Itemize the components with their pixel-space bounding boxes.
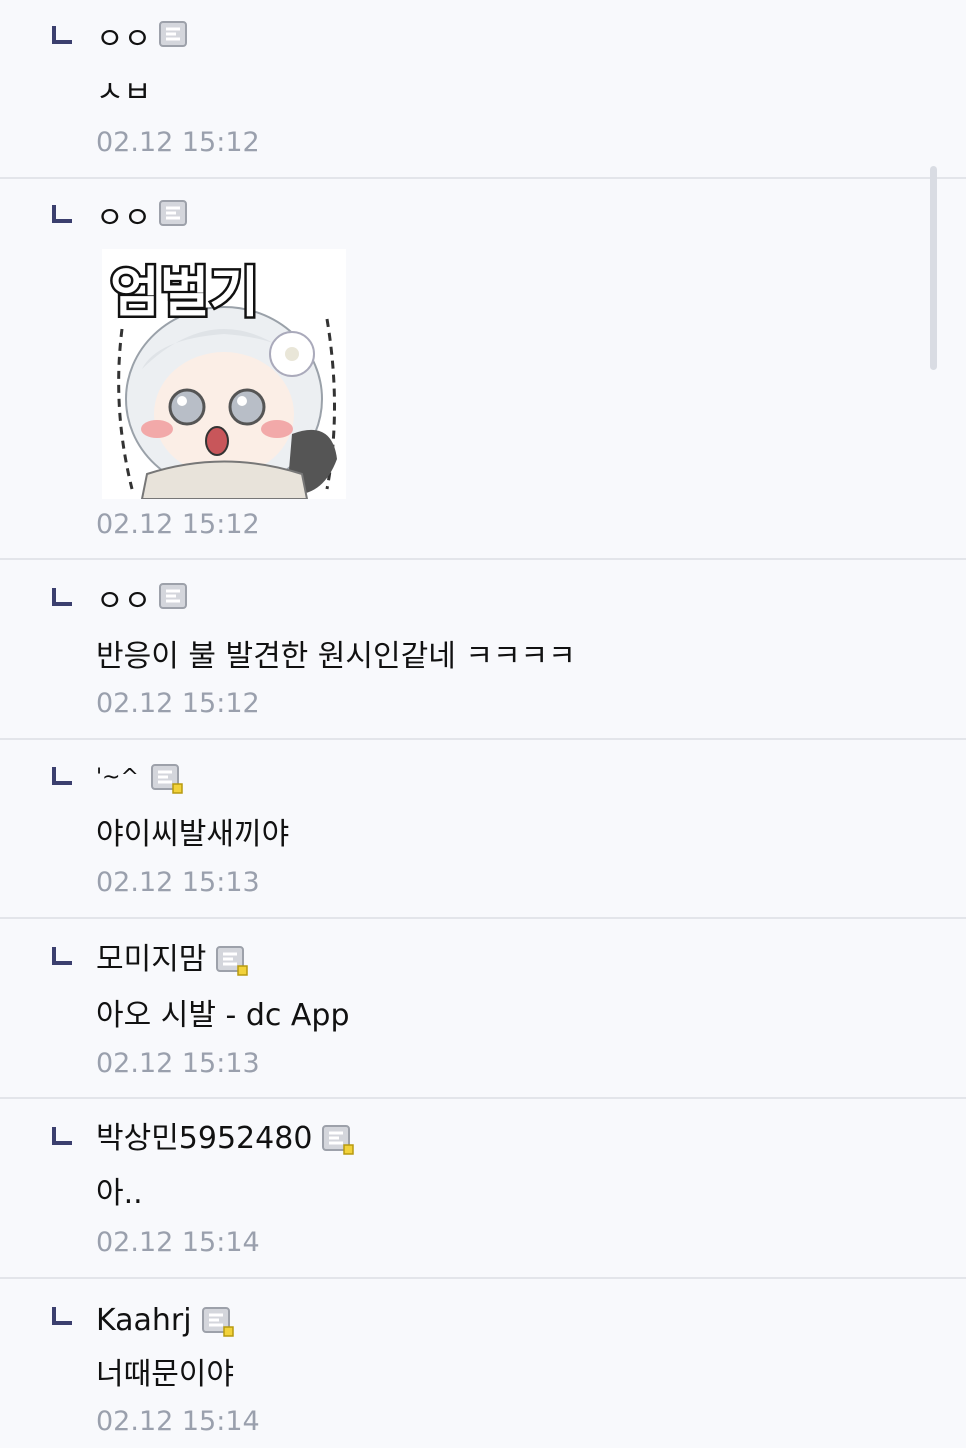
reply-arrow-icon	[52, 1307, 72, 1325]
comment-time: 02.12 15:13	[96, 1048, 260, 1079]
fixed-nick-gray-icon	[159, 583, 189, 611]
comment-item: Kaahrj 너때문이야 02.12 15:14	[0, 1279, 966, 1448]
comment-author[interactable]: ㅇㅇ	[96, 584, 151, 620]
reply-arrow-icon	[52, 26, 72, 44]
comment-author[interactable]: ㅇㅇ	[96, 22, 151, 58]
half-fixed-nick-icon	[150, 764, 183, 794]
comment-item: 박상민5952480 아.. 02.12 15:14	[0, 1099, 966, 1279]
comment-time: 02.12 15:12	[96, 127, 260, 158]
comment-time: 02.12 15:13	[96, 867, 260, 898]
half-fixed-nick-icon	[201, 1307, 234, 1337]
reply-arrow-icon	[52, 947, 72, 965]
comment-item: 모미지맘 아오 시발 - dc App 02.12 15:13	[0, 919, 966, 1099]
comment-list: ㅇㅇ ㅅㅂ 02.12 15:12 ㅇㅇ 엄벌기 02.12 15:12 ㅇㅇ …	[0, 0, 966, 1448]
reply-arrow-icon	[52, 1127, 72, 1145]
comment-author[interactable]: Kaahrj	[96, 1303, 192, 1339]
comment-body: 야이씨발새끼야	[96, 817, 290, 852]
reply-arrow-icon	[52, 767, 72, 785]
reply-arrow-icon	[52, 588, 72, 606]
comment-item: ㅇㅇ ㅅㅂ 02.12 15:12	[0, 0, 966, 179]
fixed-nick-gray-icon	[159, 21, 189, 49]
sticker-caption: 엄벌기	[110, 261, 259, 324]
comment-time: 02.12 15:14	[96, 1227, 260, 1258]
comment-time: 02.12 15:14	[96, 1406, 260, 1437]
comment-author[interactable]: ㅇㅇ	[96, 201, 151, 237]
comment-body: 반응이 불 발견한 원시인같네 ㅋㅋㅋㅋ	[96, 639, 576, 674]
comment-time: 02.12 15:12	[96, 688, 260, 719]
comment-author[interactable]: 박상민5952480	[96, 1121, 312, 1157]
comment-item: '~^ 야이씨발새끼야 02.12 15:13	[0, 740, 966, 919]
comment-item: ㅇㅇ 엄벌기 02.12 15:12	[0, 179, 966, 560]
comment-time: 02.12 15:12	[96, 509, 260, 540]
vertical-scrollbar[interactable]	[930, 166, 937, 370]
comment-body: ㅅㅂ	[96, 75, 152, 110]
comment-author[interactable]: '~^	[96, 760, 139, 796]
dccon-sticker-image[interactable]: 엄벌기	[102, 249, 346, 500]
half-fixed-nick-icon	[322, 1125, 355, 1155]
comment-body: 아..	[96, 1176, 143, 1211]
comment-body: 아오 시발 - dc App	[96, 998, 350, 1033]
comment-author[interactable]: 모미지맘	[96, 942, 206, 978]
comment-body: 너때문이야	[96, 1357, 234, 1392]
reply-arrow-icon	[52, 205, 72, 223]
fixed-nick-gray-icon	[159, 200, 189, 228]
comment-item: ㅇㅇ 반응이 불 발견한 원시인같네 ㅋㅋㅋㅋ 02.12 15:12	[0, 560, 966, 740]
half-fixed-nick-icon	[216, 946, 249, 976]
